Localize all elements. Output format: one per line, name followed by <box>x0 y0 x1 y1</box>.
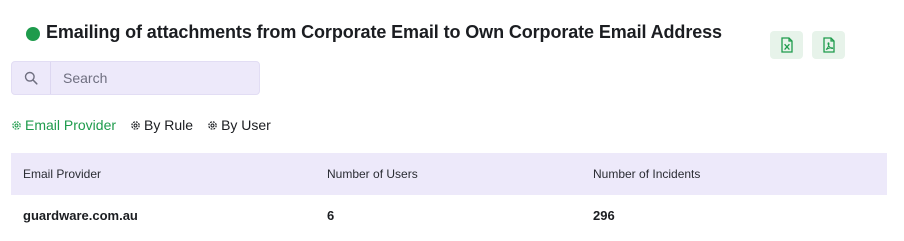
cell-email-provider: guardware.com.au <box>23 207 138 223</box>
gear-icon <box>207 120 218 131</box>
status-dot <box>26 26 40 41</box>
search-icon[interactable] <box>12 62 51 94</box>
gear-icon <box>11 120 22 131</box>
gear-icon <box>130 120 141 131</box>
export-pdf-button[interactable] <box>812 31 845 59</box>
search-box <box>11 61 260 95</box>
cell-number-of-incidents: 296 <box>593 207 615 223</box>
tab-label: By User <box>221 117 271 133</box>
tab-by-user[interactable]: By User <box>207 117 271 133</box>
tab-label: By Rule <box>144 117 194 133</box>
tab-by-rule[interactable]: By Rule <box>130 117 193 133</box>
excel-file-icon <box>780 37 793 53</box>
table-row[interactable]: guardware.com.au 6 296 <box>11 195 887 235</box>
incidents-table: Email Provider Number of Users Number of… <box>11 153 887 235</box>
column-header-number-of-users[interactable]: Number of Users <box>327 167 418 181</box>
search-input[interactable] <box>51 69 255 87</box>
tab-email-provider[interactable]: Email Provider <box>11 117 116 133</box>
title-row: Emailing of attachments from Corporate E… <box>26 22 722 43</box>
report-panel: Emailing of attachments from Corporate E… <box>0 0 904 241</box>
column-header-number-of-incidents[interactable]: Number of Incidents <box>593 167 700 181</box>
page-title: Emailing of attachments from Corporate E… <box>46 22 722 42</box>
tab-label: Email Provider <box>25 117 117 133</box>
table-header: Email Provider Number of Users Number of… <box>11 153 887 195</box>
cell-number-of-users: 6 <box>327 207 335 223</box>
view-tabs: Email Provider By Rule By User <box>11 117 285 133</box>
column-header-email-provider[interactable]: Email Provider <box>23 167 101 181</box>
export-excel-button[interactable] <box>770 31 803 59</box>
pdf-file-icon <box>822 37 835 53</box>
